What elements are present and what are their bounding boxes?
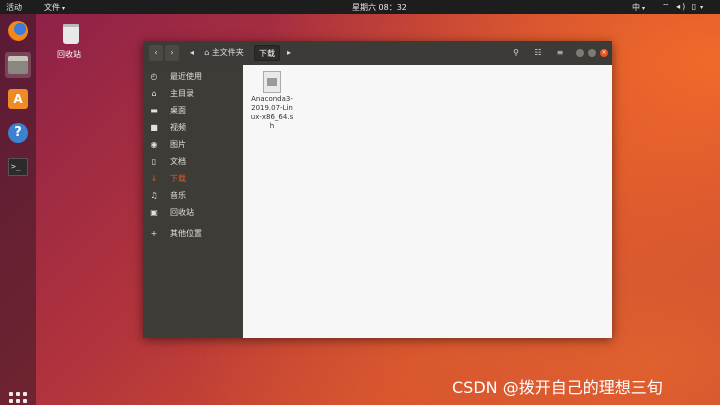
menu-button[interactable]: ≡ <box>553 45 567 61</box>
sidebar-item-document[interactable]: ▯ 文档 <box>143 155 243 169</box>
sidebar-item-video[interactable]: ■ 视频 <box>143 121 243 135</box>
sidebar-item-label: 音乐 <box>170 191 186 200</box>
minimize-button[interactable] <box>576 49 584 57</box>
download-icon: ↓ <box>150 174 158 183</box>
file-item[interactable]: Anaconda3-2019.07-Linux-x86_64.sh <box>249 71 295 131</box>
caret-left-icon: ◂ <box>189 48 194 57</box>
input-source-indicator[interactable]: 中 ▾ <box>632 2 645 13</box>
header-bar: ‹ › ◂ ⌂ 主文件夹 下载 ▸ ⚲ ☷ ≡ × <box>143 41 612 65</box>
breadcrumb-current-label: 下载 <box>259 49 275 58</box>
path-scroll-right-button[interactable]: ▸ <box>285 45 293 61</box>
caret-down-icon: ▾ <box>700 4 706 11</box>
view-grid-icon: ☷ <box>534 48 542 57</box>
caret-down-icon: ▾ <box>62 5 66 12</box>
sidebar-item-label: 其他位置 <box>170 229 202 238</box>
search-icon: ⚲ <box>513 48 519 57</box>
sidebar-item-clock[interactable]: ◴ 最近使用 <box>143 70 243 84</box>
sidebar-item-trash[interactable]: ▣ 回收站 <box>143 206 243 220</box>
activities-button[interactable]: 活动 <box>6 2 22 13</box>
camera-icon: ◉ <box>150 140 158 149</box>
maximize-button[interactable] <box>588 49 596 57</box>
sidebar-item-label: 图片 <box>170 140 186 149</box>
chevron-right-icon: › <box>170 48 174 57</box>
sidebar-item-plus[interactable]: + 其他位置 <box>143 227 243 241</box>
sidebar-item-label: 下载 <box>170 174 186 183</box>
software-center-icon: A <box>8 89 28 109</box>
breadcrumb-home[interactable]: ⌂ 主文件夹 <box>199 45 249 61</box>
network-icon: ⌔ <box>662 2 672 11</box>
app-menu[interactable]: 文件 ▾ <box>44 2 65 13</box>
clock-icon: ◴ <box>150 72 158 81</box>
forward-button[interactable]: › <box>165 45 179 61</box>
breadcrumb-home-label: 主文件夹 <box>211 48 244 57</box>
file-name: Anaconda3-2019.07-Linux-x86_64.sh <box>250 95 294 130</box>
trash-icon <box>63 24 79 44</box>
dock-terminal[interactable]: >_ <box>5 154 31 180</box>
sidebar-item-download[interactable]: ↓ 下载 <box>143 172 243 186</box>
places-sidebar: ◴ 最近使用 ⌂ 主目录 ▬ 桌面 ■ 视频 ◉ 图片 ▯ 文档 ↓ 下载 ♫ 音乐 ▣ 回收站 + 其他位置 <box>143 65 243 338</box>
sidebar-item-label: 回收站 <box>170 208 194 217</box>
volume-icon: ◂) <box>676 2 688 11</box>
top-bar: 活动 文件 ▾ 星期六 08：32 中 ▾ ⌔ ◂) ▯ ▾ <box>0 0 720 14</box>
files-icon <box>8 56 28 74</box>
firefox-icon <box>8 21 28 41</box>
caret-right-icon: ▸ <box>286 48 291 57</box>
home-icon: ⌂ <box>151 89 157 98</box>
music-icon: ♫ <box>150 191 158 200</box>
dock-help[interactable]: ? <box>5 120 31 146</box>
document-icon: ▯ <box>151 157 157 166</box>
sidebar-item-folder[interactable]: ▬ 桌面 <box>143 104 243 118</box>
dock-files[interactable] <box>5 52 31 78</box>
sidebar-item-label: 主目录 <box>170 89 194 98</box>
caret-down-icon: ▾ <box>642 5 646 12</box>
dock-firefox[interactable] <box>5 18 31 44</box>
clock[interactable]: 星期六 08：32 <box>352 2 407 13</box>
file-view[interactable]: Anaconda3-2019.07-Linux-x86_64.sh <box>243 65 612 338</box>
home-icon: ⌂ <box>204 48 210 57</box>
watermark: CSDN @拨开自己的理想三旬 <box>452 378 663 397</box>
app-menu-label: 文件 <box>44 3 60 12</box>
sidebar-item-label: 文档 <box>170 157 186 166</box>
sidebar-item-music[interactable]: ♫ 音乐 <box>143 189 243 203</box>
script-file-icon <box>263 71 281 93</box>
terminal-icon: >_ <box>8 158 28 176</box>
sidebar-item-label: 最近使用 <box>170 72 202 81</box>
trash-icon: ▣ <box>150 208 158 217</box>
plus-icon: + <box>150 229 158 238</box>
file-manager-window: ‹ › ◂ ⌂ 主文件夹 下载 ▸ ⚲ ☷ ≡ × ◴ 最近使用 ⌂ 主目录 ▬ 桌面 ■ 视… <box>143 41 612 338</box>
view-options-button[interactable]: ☷ <box>531 45 545 61</box>
sidebar-item-label: 桌面 <box>170 106 186 115</box>
sidebar-item-home[interactable]: ⌂ 主目录 <box>143 87 243 101</box>
close-button[interactable]: × <box>600 49 608 57</box>
video-icon: ■ <box>150 123 158 132</box>
hamburger-icon: ≡ <box>556 48 564 57</box>
show-applications-icon[interactable] <box>9 392 27 405</box>
sidebar-item-camera[interactable]: ◉ 图片 <box>143 138 243 152</box>
battery-icon: ▯ <box>691 2 699 11</box>
dock: A ? >_ <box>0 14 36 405</box>
back-button[interactable]: ‹ <box>149 45 163 61</box>
desktop-trash-label: 回收站 <box>57 50 81 59</box>
path-scroll-left-button[interactable]: ◂ <box>187 45 197 61</box>
close-icon: × <box>601 49 607 56</box>
dock-software[interactable]: A <box>5 86 31 112</box>
chevron-left-icon: ‹ <box>154 48 158 57</box>
help-icon: ? <box>8 123 28 143</box>
folder-icon: ▬ <box>150 106 158 115</box>
search-button[interactable]: ⚲ <box>509 45 523 61</box>
breadcrumb-current[interactable]: 下载 <box>254 45 280 61</box>
desktop-trash[interactable]: 回收站 <box>56 24 86 60</box>
sidebar-item-label: 视频 <box>170 123 186 132</box>
system-tray[interactable]: ⌔ ◂) ▯ ▾ <box>662 2 705 12</box>
input-source-label: 中 <box>632 3 640 12</box>
